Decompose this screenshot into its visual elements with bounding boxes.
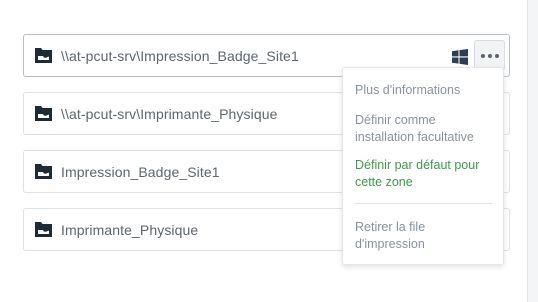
more-icon-dot (487, 53, 492, 58)
folder-tray-icon (35, 48, 52, 63)
folder-tray-icon (35, 222, 52, 237)
folder-tray-icon (35, 106, 52, 121)
menu-item-optional-install[interactable]: Définir comme installation facultative (355, 112, 495, 146)
menu-item-more-info[interactable]: Plus d'informations (355, 82, 495, 99)
more-icon-dot (494, 53, 499, 58)
queue-name: \\at-pcut-srv\Impression_Badge_Site1 (61, 47, 299, 64)
queue-name: \\at-pcut-srv\Imprimante_Physique (61, 105, 278, 122)
print-queue-panel: \\at-pcut-srv\Impression_Badge_Site1 \\a… (0, 0, 528, 302)
folder-tray-icon (35, 164, 52, 179)
menu-item-set-default-zone[interactable]: Définir par défaut pour cette zone (355, 157, 495, 191)
menu-divider (355, 203, 492, 204)
queue-name: Impression_Badge_Site1 (61, 163, 220, 180)
context-menu: Plus d'informations Définir comme instal… (342, 67, 504, 265)
menu-item-remove-queue[interactable]: Retirer la file d'impression (355, 219, 495, 253)
more-icon-dot (480, 53, 485, 58)
windows-icon (452, 49, 468, 65)
queue-name: Imprimante_Physique (61, 221, 199, 238)
